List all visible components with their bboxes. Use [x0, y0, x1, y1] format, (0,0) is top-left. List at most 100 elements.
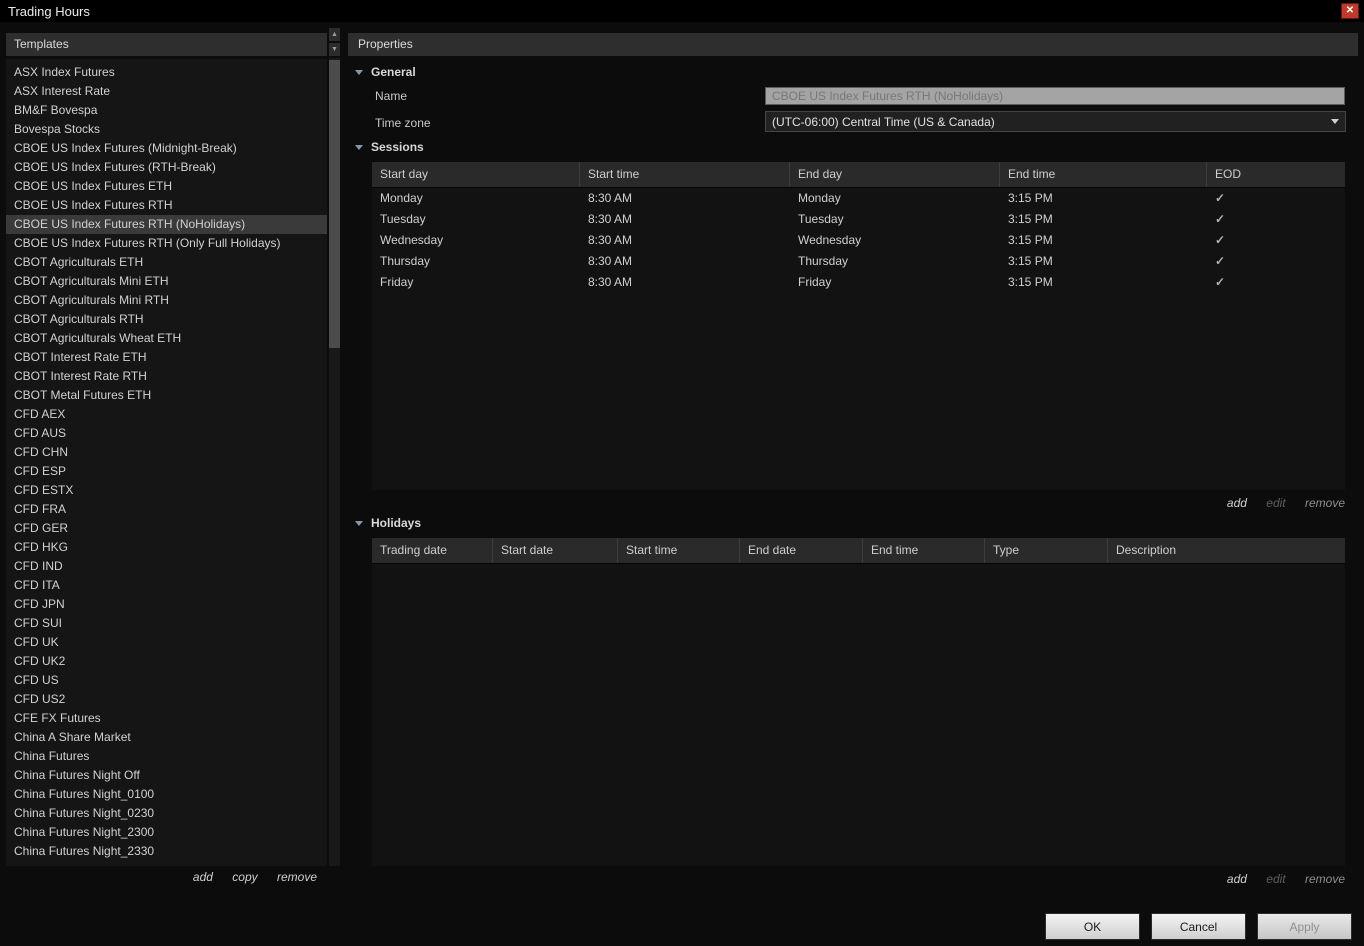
template-list-item[interactable]: CBOT Agriculturals RTH: [6, 310, 327, 329]
holidays-section-header[interactable]: Holidays: [355, 515, 421, 531]
template-list-item[interactable]: CFD IND: [6, 557, 327, 576]
template-list-item[interactable]: CBOT Agriculturals ETH: [6, 253, 327, 272]
template-list-item[interactable]: China Futures: [6, 747, 327, 766]
scrollbar-thumb[interactable]: [329, 60, 340, 348]
remove-session-link: remove: [1304, 496, 1345, 510]
template-list-item[interactable]: CFE FX Futures: [6, 709, 327, 728]
template-list-item[interactable]: China Futures Night Off: [6, 766, 327, 785]
template-list-item[interactable]: CFD US: [6, 671, 327, 690]
template-list-item[interactable]: ASX Interest Rate: [6, 82, 327, 101]
template-list-item[interactable]: ASX Index Futures: [6, 63, 327, 82]
template-list-item[interactable]: CFD SUI: [6, 614, 327, 633]
add-holiday-link[interactable]: add: [1227, 872, 1247, 886]
titlebar: Trading Hours ✕: [0, 0, 1364, 22]
template-list-item[interactable]: BM&F Bovespa: [6, 101, 327, 120]
template-list-item[interactable]: CBOE US Index Futures RTH (NoHolidays): [6, 215, 327, 234]
window-title: Trading Hours: [8, 3, 90, 19]
template-list-item[interactable]: CFD ITA: [6, 576, 327, 595]
cell-end-day: Friday: [798, 275, 832, 289]
cell-start-day: Friday: [380, 275, 414, 289]
column-header: Type: [985, 538, 1108, 563]
timezone-label: Time zone: [375, 116, 431, 130]
eod-checkbox[interactable]: ✓: [1215, 275, 1225, 289]
column-header: Trading date: [372, 538, 493, 563]
templates-scrollbar[interactable]: ▲ ▼: [329, 28, 340, 866]
template-list-item[interactable]: CBOE US Index Futures (Midnight-Break): [6, 139, 327, 158]
close-button[interactable]: ✕: [1341, 3, 1359, 19]
template-list-item[interactable]: CBOT Metal Futures ETH: [6, 386, 327, 405]
template-list-item[interactable]: CFD UK2: [6, 652, 327, 671]
template-list-item[interactable]: China A Share Market: [6, 728, 327, 747]
template-list-item[interactable]: CFD GER: [6, 519, 327, 538]
eod-checkbox[interactable]: ✓: [1215, 254, 1225, 268]
column-header: End time: [1000, 162, 1207, 187]
properties-panel-header: Properties: [348, 33, 1358, 56]
edit-holiday-link: edit: [1266, 872, 1286, 886]
eod-checkbox[interactable]: ✓: [1215, 212, 1225, 226]
collapse-triangle-icon: [355, 69, 363, 75]
template-list-item[interactable]: CBOE US Index Futures (RTH-Break): [6, 158, 327, 177]
template-list-item[interactable]: CBOT Interest Rate ETH: [6, 348, 327, 367]
timezone-select[interactable]: (UTC-06:00) Central Time (US & Canada): [765, 111, 1346, 132]
remove-holiday-link: remove: [1304, 872, 1345, 886]
template-list-item[interactable]: CFD FRA: [6, 500, 327, 519]
general-section-title: General: [371, 65, 416, 79]
collapse-triangle-icon: [355, 520, 363, 526]
session-row[interactable]: Wednesday 8:30 AM Wednesday 3:15 PM ✓: [372, 230, 1345, 251]
scrollbar-track[interactable]: [329, 58, 340, 866]
ok-button[interactable]: OK: [1045, 913, 1140, 940]
sessions-section-header[interactable]: Sessions: [355, 139, 424, 155]
scroll-up-icon[interactable]: ▲: [329, 28, 340, 41]
trading-hours-dialog: Trading Hours ✕ Templates ASX Index Futu…: [0, 0, 1364, 946]
session-row[interactable]: Tuesday 8:30 AM Tuesday 3:15 PM ✓: [372, 209, 1345, 230]
column-header: Start day: [372, 162, 580, 187]
cell-start-day: Wednesday: [380, 233, 444, 247]
session-row[interactable]: Monday 8:30 AM Monday 3:15 PM ✓: [372, 188, 1345, 209]
chevron-down-icon: [1331, 119, 1339, 124]
cancel-button[interactable]: Cancel: [1151, 913, 1246, 940]
template-list-item[interactable]: CFD JPN: [6, 595, 327, 614]
eod-checkbox[interactable]: ✓: [1215, 191, 1225, 205]
template-list-item[interactable]: CFD US2: [6, 690, 327, 709]
session-row[interactable]: Friday 8:30 AM Friday 3:15 PM ✓: [372, 272, 1345, 293]
template-list-item[interactable]: CBOT Agriculturals Wheat ETH: [6, 329, 327, 348]
add-session-link[interactable]: add: [1227, 496, 1247, 510]
cell-start-day: Tuesday: [380, 212, 426, 226]
template-list-item[interactable]: CFD ESP: [6, 462, 327, 481]
template-list-item[interactable]: China Futures Night_0100: [6, 785, 327, 804]
eod-cell: ✓: [1207, 230, 1345, 251]
template-list-item[interactable]: CFD ESTX: [6, 481, 327, 500]
scroll-down-icon[interactable]: ▼: [329, 43, 340, 56]
holidays-actions: add edit remove: [1211, 872, 1345, 886]
template-list-item[interactable]: CBOE US Index Futures ETH: [6, 177, 327, 196]
template-list-item[interactable]: China Futures Night_2330: [6, 842, 327, 861]
template-list-item[interactable]: China Futures Night_2300: [6, 823, 327, 842]
cell-start-time: 8:30 AM: [588, 233, 633, 247]
template-list-item[interactable]: CBOT Agriculturals Mini ETH: [6, 272, 327, 291]
template-list-item[interactable]: CBOE US Index Futures RTH (Only Full Hol…: [6, 234, 327, 253]
table-body: [372, 564, 1345, 866]
remove-template-link[interactable]: remove: [277, 870, 317, 884]
eod-cell: ✓: [1207, 188, 1345, 209]
cell-end-time: 3:15 PM: [1008, 233, 1053, 247]
general-section-header[interactable]: General: [355, 64, 416, 80]
template-list-item[interactable]: CBOT Agriculturals Mini RTH: [6, 291, 327, 310]
cell-end-day: Thursday: [798, 254, 849, 268]
session-row[interactable]: Thursday 8:30 AM Thursday 3:15 PM ✓: [372, 251, 1345, 272]
eod-checkbox[interactable]: ✓: [1215, 233, 1225, 247]
template-list-item[interactable]: CFD UK: [6, 633, 327, 652]
template-list-item[interactable]: CFD CHN: [6, 443, 327, 462]
template-list-item[interactable]: CFD AUS: [6, 424, 327, 443]
templates-panel-header: Templates: [6, 33, 327, 56]
template-list-item[interactable]: CBOE US Index Futures RTH: [6, 196, 327, 215]
template-list-item[interactable]: CFD AEX: [6, 405, 327, 424]
column-header: Description: [1116, 543, 1177, 557]
template-list-item[interactable]: CBOT Interest Rate RTH: [6, 367, 327, 386]
add-template-link[interactable]: add: [193, 870, 213, 884]
eod-cell: ✓: [1207, 251, 1345, 272]
template-list-item[interactable]: China Futures Night_0230: [6, 804, 327, 823]
template-list-item[interactable]: CFD HKG: [6, 538, 327, 557]
template-list-item[interactable]: Bovespa Stocks: [6, 120, 327, 139]
copy-template-link[interactable]: copy: [232, 870, 257, 884]
cell-end-day: Tuesday: [798, 212, 844, 226]
